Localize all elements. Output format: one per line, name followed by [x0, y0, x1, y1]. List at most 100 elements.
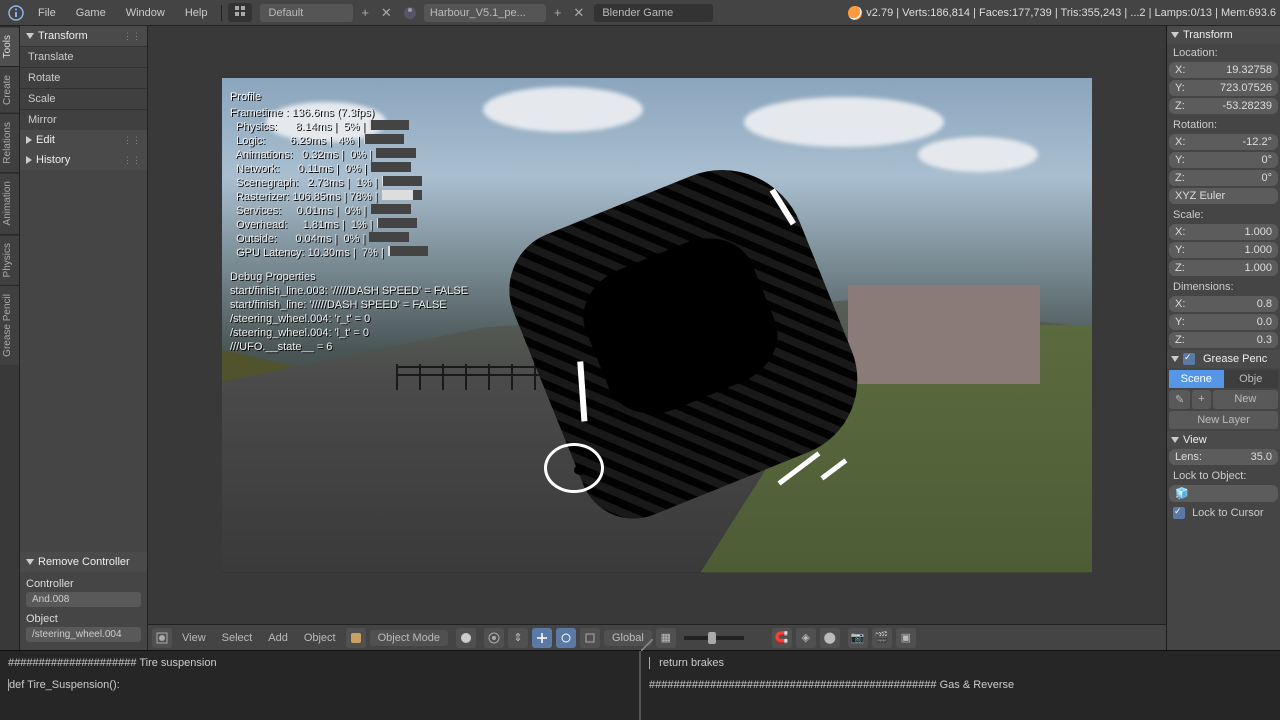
opengl-render-icon[interactable]: ▣: [896, 628, 916, 648]
rotation-label: Rotation:: [1167, 116, 1280, 134]
mirror-button[interactable]: Mirror: [20, 109, 147, 130]
rot-mode-dropdown[interactable]: XYZ Euler: [1169, 188, 1278, 204]
panel-remove-controller-header[interactable]: Remove Controller: [20, 552, 147, 572]
rotate-button[interactable]: Rotate: [20, 67, 147, 88]
scene-icon[interactable]: [402, 5, 418, 21]
lock-object-field[interactable]: 🧊: [1169, 485, 1278, 502]
menu-window[interactable]: Window: [116, 3, 175, 23]
snap-icon[interactable]: 🧲: [772, 628, 792, 648]
scale-x-field[interactable]: X:1.000: [1169, 224, 1278, 240]
rot-x-field[interactable]: X:-12.2°: [1169, 134, 1278, 150]
translate-button[interactable]: Translate: [20, 46, 147, 67]
gp-new-button[interactable]: New: [1213, 390, 1278, 409]
menu-object[interactable]: Object: [298, 630, 342, 646]
vtab-grease-pencil[interactable]: Grease Pencil: [0, 285, 19, 365]
snap-target-icon[interactable]: ◈: [796, 628, 816, 648]
scene-close-icon[interactable]: ✕: [569, 5, 588, 21]
viewport-header: View Select Add Object Object Mode ⇕ Glo…: [148, 624, 1166, 650]
gp-checkbox[interactable]: [1183, 353, 1195, 365]
loc-y-field[interactable]: Y:723.07526: [1169, 80, 1278, 96]
profile-row: Network: 0.11ms | 0% |: [230, 162, 468, 176]
menu-file[interactable]: File: [28, 3, 66, 23]
scene-name[interactable]: Harbour_V5.1_pe...: [424, 4, 546, 22]
debug-line: /steering_wheel.004: 'r_t' = 0: [230, 312, 468, 326]
menu-select[interactable]: Select: [216, 630, 259, 646]
dim-z-field[interactable]: Z:0.3: [1169, 332, 1278, 348]
loc-x-field[interactable]: X:19.32758: [1169, 62, 1278, 78]
gp-pencil-icon[interactable]: ✎: [1169, 390, 1190, 409]
frametime: Frametime : 136.6ms (7.3fps): [230, 106, 468, 120]
layer-slider[interactable]: [684, 636, 744, 640]
render-icon[interactable]: 📷: [848, 628, 868, 648]
vtab-animation[interactable]: Animation: [0, 172, 19, 233]
menu-help[interactable]: Help: [175, 3, 218, 23]
loc-z-field[interactable]: Z:-53.28239: [1169, 98, 1278, 114]
text-editor-left[interactable]: ##################### Tire suspension de…: [0, 651, 639, 720]
panel-grease-pencil-header[interactable]: Grease Penc: [1167, 350, 1280, 368]
layout-close-icon[interactable]: ✕: [377, 5, 396, 21]
grip-icon[interactable]: ⋮⋮: [123, 135, 141, 146]
info-icon[interactable]: [4, 3, 28, 23]
lens-field[interactable]: Lens:35.0: [1169, 449, 1278, 465]
split-handle-icon[interactable]: [641, 639, 653, 651]
controller-value[interactable]: And.008: [26, 592, 141, 607]
text-editor-right[interactable]: return brakes ##########################…: [639, 651, 1280, 720]
scale-z-field[interactable]: Z:1.000: [1169, 260, 1278, 276]
panel-view-header[interactable]: View: [1167, 431, 1280, 449]
lock-cursor-toggle[interactable]: Lock to Cursor: [1167, 504, 1280, 522]
gp-tab-scene[interactable]: Scene: [1169, 370, 1224, 388]
menu-game[interactable]: Game: [66, 3, 116, 23]
panel-transform-header[interactable]: Transform ⋮⋮: [20, 26, 147, 46]
grip-icon[interactable]: ⋮⋮: [123, 31, 141, 42]
profile-row: Services: 0.01ms | 0% |: [230, 204, 468, 218]
view3d-area[interactable]: Profile Frametime : 136.6ms (7.3fps) Phy…: [148, 26, 1166, 624]
gp-add-icon[interactable]: +: [1192, 390, 1210, 409]
gp-new-layer-button[interactable]: New Layer: [1169, 411, 1278, 429]
scale-y-field[interactable]: Y:1.000: [1169, 242, 1278, 258]
code-line: ########################################…: [649, 679, 1272, 691]
mode-dropdown[interactable]: Object Mode: [370, 630, 448, 646]
vtab-physics[interactable]: Physics: [0, 234, 19, 285]
panel-transform-header[interactable]: Transform: [1167, 26, 1280, 44]
lock-object-label: Lock to Object:: [1167, 467, 1280, 485]
dim-y-field[interactable]: Y:0.0: [1169, 314, 1278, 330]
manipulator-translate-icon[interactable]: [532, 628, 552, 648]
location-label: Location:: [1167, 44, 1280, 62]
grip-icon[interactable]: ⋮⋮: [123, 155, 141, 166]
code-line: ##################### Tire suspension: [8, 657, 631, 669]
scene-add-icon[interactable]: +: [550, 5, 566, 20]
rot-z-field[interactable]: Z:0°: [1169, 170, 1278, 186]
pivot-icon[interactable]: [484, 628, 504, 648]
manipulator-toggle-icon[interactable]: ⇕: [508, 628, 528, 648]
editor-type-icon[interactable]: [152, 628, 172, 648]
scale-button[interactable]: Scale: [20, 88, 147, 109]
layers-icon[interactable]: ▦: [656, 628, 676, 648]
manipulator-scale-icon[interactable]: [580, 628, 600, 648]
gp-tab-object[interactable]: Obje: [1224, 370, 1279, 388]
panel-history-header[interactable]: History ⋮⋮: [20, 150, 147, 170]
profile-header: Profile: [230, 90, 468, 104]
top-bar: File Game Window Help Default + ✕ Harbou…: [0, 0, 1280, 26]
menu-view[interactable]: View: [176, 630, 212, 646]
layout-dropdown-icon[interactable]: [228, 3, 252, 22]
render-engine-dropdown[interactable]: Blender Game: [594, 4, 713, 22]
vtab-relations[interactable]: Relations: [0, 113, 19, 172]
menu-add[interactable]: Add: [262, 630, 294, 646]
dim-x-field[interactable]: X:0.8: [1169, 296, 1278, 312]
code-line: return brakes: [649, 657, 1272, 669]
render-anim-icon[interactable]: 🎬: [872, 628, 892, 648]
layout-add-icon[interactable]: +: [357, 5, 373, 20]
vtab-tools[interactable]: Tools: [0, 26, 19, 66]
chevron-down-icon: [1171, 437, 1179, 443]
panel-edit-header[interactable]: Edit ⋮⋮: [20, 130, 147, 150]
proportional-icon[interactable]: ⬤: [820, 628, 840, 648]
lock-cursor-checkbox[interactable]: [1173, 507, 1185, 519]
rot-y-field[interactable]: Y:0°: [1169, 152, 1278, 168]
manipulator-rotate-icon[interactable]: [556, 628, 576, 648]
shading-icon[interactable]: [456, 628, 476, 648]
layout-name[interactable]: Default: [260, 4, 353, 22]
object-value[interactable]: /steering_wheel.004: [26, 627, 141, 642]
vtab-create[interactable]: Create: [0, 66, 19, 113]
mode-icon[interactable]: [346, 628, 366, 648]
profile-row: Physics: 8.14ms | 5% |: [230, 120, 468, 134]
